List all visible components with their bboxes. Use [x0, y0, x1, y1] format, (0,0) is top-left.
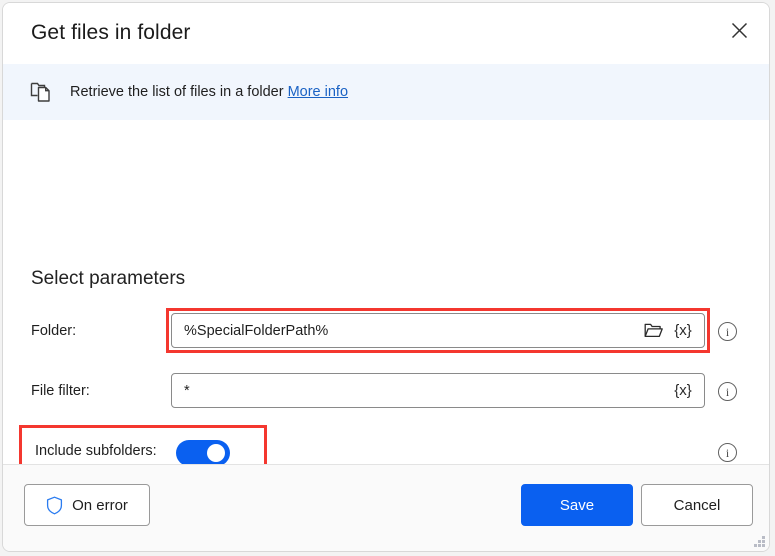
file-filter-info-icon[interactable]: i: [718, 382, 737, 401]
cancel-label: Cancel: [674, 497, 721, 514]
include-subfolders-label: Include subfolders:: [35, 443, 157, 459]
file-filter-input-icons: {x}: [672, 379, 704, 403]
variable-picker-icon[interactable]: {x}: [672, 319, 694, 343]
folder-input-value[interactable]: %SpecialFolderPath%: [172, 323, 642, 339]
toggle-knob: [207, 444, 225, 462]
resize-grip[interactable]: [751, 533, 765, 547]
file-filter-field-label: File filter:: [31, 383, 90, 399]
file-filter-input-value[interactable]: *: [172, 383, 672, 399]
file-filter-input[interactable]: * {x}: [171, 373, 705, 408]
folder-info-icon[interactable]: i: [718, 322, 737, 341]
folder-open-icon[interactable]: [642, 319, 664, 343]
files-folder-icon: [29, 79, 55, 105]
include-subfolders-toggle[interactable]: [176, 440, 230, 464]
info-banner-text: Retrieve the list of files in a folder: [70, 84, 284, 100]
include-subfolders-info-icon[interactable]: i: [718, 443, 737, 462]
more-info-link[interactable]: More info: [288, 84, 348, 100]
folder-field-label: Folder:: [31, 323, 76, 339]
folder-input[interactable]: %SpecialFolderPath% {x}: [171, 313, 705, 348]
on-error-label: On error: [72, 497, 128, 514]
variable-picker-icon[interactable]: {x}: [672, 379, 694, 403]
dialog-window: Get files in folder Retrieve the list of…: [2, 2, 770, 552]
on-error-button[interactable]: On error: [24, 484, 150, 526]
shield-icon: [46, 496, 63, 515]
dialog-body: Select parameters Folder: %SpecialFolder…: [3, 120, 769, 464]
info-banner: Retrieve the list of files in a folder M…: [3, 64, 769, 120]
section-heading: Select parameters: [31, 268, 185, 290]
cancel-button[interactable]: Cancel: [641, 484, 753, 526]
save-button[interactable]: Save: [521, 484, 633, 526]
close-button[interactable]: [719, 15, 759, 51]
page-title: Get files in folder: [31, 21, 190, 45]
title-bar: Get files in folder: [3, 3, 769, 64]
folder-input-icons: {x}: [642, 319, 704, 343]
close-icon: [731, 22, 748, 44]
save-label: Save: [560, 497, 594, 514]
dialog-footer: On error Save Cancel: [3, 464, 769, 551]
